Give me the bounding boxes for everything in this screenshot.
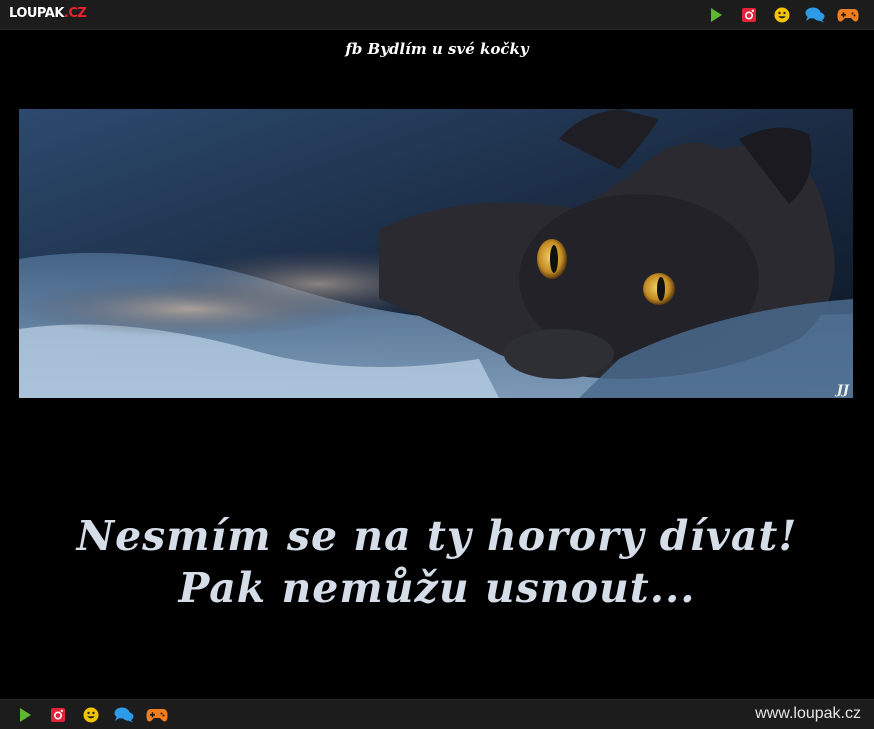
quote-line-1: Nesmím se na ty horory dívat! bbox=[76, 512, 798, 560]
site-url-link[interactable]: www.loupak.cz bbox=[755, 705, 861, 723]
top-bar: LOUPAK .CZ bbox=[0, 0, 874, 30]
gamepad-icon[interactable] bbox=[831, 5, 864, 25]
quote-text: Nesmím se na ty horory dívat! Pak nemůžu… bbox=[0, 510, 874, 614]
post-caption: fb Bydlím u své kočky bbox=[345, 40, 529, 58]
logo-main-text: LOUPAK bbox=[9, 6, 64, 21]
quote-line-2: Pak nemůžu usnout... bbox=[178, 564, 696, 612]
chat-icon[interactable] bbox=[798, 5, 831, 25]
logo-tld-text: .CZ bbox=[63, 6, 87, 21]
bottom-social-icons bbox=[8, 705, 173, 725]
instagram-icon[interactable] bbox=[732, 5, 765, 25]
smiley-icon[interactable] bbox=[74, 705, 107, 725]
play-icon[interactable] bbox=[8, 705, 41, 725]
play-icon[interactable] bbox=[699, 5, 732, 25]
chat-icon[interactable] bbox=[107, 705, 140, 725]
instagram-icon[interactable] bbox=[41, 705, 74, 725]
cat-photo: JJ bbox=[19, 109, 853, 398]
gamepad-icon[interactable] bbox=[140, 705, 173, 725]
photo-signature: JJ bbox=[836, 383, 849, 398]
cat-photo-illustration bbox=[19, 109, 853, 398]
bottom-bar: www.loupak.cz bbox=[0, 699, 874, 729]
site-logo[interactable]: LOUPAK .CZ bbox=[9, 6, 87, 21]
top-social-icons bbox=[699, 5, 864, 25]
smiley-icon[interactable] bbox=[765, 5, 798, 25]
